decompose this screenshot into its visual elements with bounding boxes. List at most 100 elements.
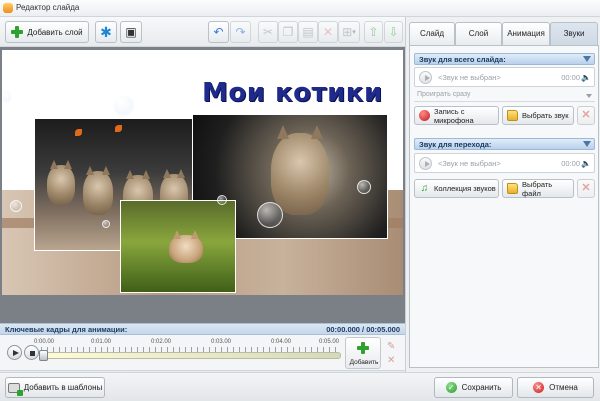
tab-sounds[interactable]: Звуки [550, 22, 598, 45]
speaker-icon[interactable]: 🔈 [581, 73, 591, 82]
effects-button[interactable]: ✱ [95, 21, 117, 43]
collapse-arrow-icon [583, 56, 591, 62]
slide-sound-name: <Звук не выбран> [438, 73, 501, 82]
transition-sound-header-text: Звук для перехода: [419, 140, 492, 149]
keyframes-label: Ключевые кадры для анимации: [5, 325, 128, 334]
add-to-templates-label: Добавить в шаблоны [23, 383, 103, 392]
monitor-icon: ▣ [125, 25, 137, 39]
slide-title-text[interactable]: Мои котики [202, 78, 383, 108]
sound-collection-button[interactable]: ♫ Коллекция звуков [414, 179, 499, 198]
kitten [169, 230, 203, 263]
cancel-button[interactable]: ✕ Отмена [517, 377, 594, 398]
delete-keyframe-icon[interactable]: ✕ [387, 354, 395, 368]
transition-sound-name: <Звук не выбран> [438, 159, 501, 168]
close-icon: ✕ [581, 109, 591, 121]
soap-bubble [257, 202, 283, 228]
soap-bubble [217, 195, 227, 205]
add-keyframe-label: Добавить [349, 359, 379, 366]
play-mode-select[interactable]: Проиграть сразу [414, 90, 595, 102]
record-mic-label: Запись с микрофона [434, 106, 474, 125]
scissors-icon: ✂ [262, 25, 274, 39]
slide-canvas[interactable]: Мои котики [2, 50, 403, 295]
layers-button[interactable]: ▣ [120, 21, 142, 43]
keyframes-header: Ключевые кадры для анимации: 00:00.000 /… [0, 323, 405, 335]
transition-sound-header[interactable]: Звук для перехода: [414, 138, 595, 150]
slide-sound-row: <Звук не выбран> 00:00 🔈 [414, 67, 595, 87]
play-button[interactable] [7, 345, 22, 360]
autumn-leaf [75, 129, 82, 136]
move-up-button[interactable]: ⇧ [364, 21, 383, 43]
delete-button[interactable]: ✕ [318, 21, 338, 43]
tab-animation[interactable]: Анимация [502, 22, 550, 45]
cancel-icon: ✕ [533, 382, 545, 393]
window-titlebar: Редактор слайда [0, 0, 600, 17]
arrow-down-icon: ⇩ [388, 25, 399, 39]
slide-sound-duration: 00:00 [561, 73, 580, 82]
add-to-templates-button[interactable]: Добавить в шаблоны [5, 377, 105, 398]
cancel-label: Отмена [549, 383, 578, 392]
tick-label: 0:02.00 [150, 339, 172, 345]
add-layer-label: Добавить слой [27, 27, 83, 37]
play-sound-button[interactable] [419, 71, 432, 84]
sounds-panel: Звук для всего слайда: <Звук не выбран> … [409, 45, 599, 368]
add-layer-button[interactable]: Добавить слой [5, 21, 89, 43]
close-icon: ✕ [581, 182, 591, 194]
paste-button[interactable]: ▤ [298, 21, 318, 43]
timeline: 0:00.00 0:01.00 0:02.00 0:03.00 0:04.00 … [0, 335, 405, 371]
tick-label: 0:01.00 [90, 339, 112, 345]
soap-bubble [102, 220, 110, 228]
chevron-down-icon: ▾ [352, 29, 356, 36]
folder-icon [507, 110, 518, 121]
record-icon [419, 110, 430, 121]
tab-slide[interactable]: Слайд [409, 22, 455, 45]
timeline-ruler[interactable]: 0:00.00 0:01.00 0:02.00 0:03.00 0:04.00 … [34, 339, 341, 366]
add-keyframe-button[interactable]: Добавить [345, 337, 381, 369]
keyframes-time: 00:00.000 / 00:05.000 [326, 325, 400, 334]
speaker-icon[interactable]: 🔈 [581, 159, 591, 168]
sound-collection-label: Коллекция звуков [434, 184, 496, 193]
slide-sound-header[interactable]: Звук для всего слайда: [414, 53, 595, 65]
align-button[interactable]: ⊞ ▾ [338, 21, 360, 43]
redo-button[interactable]: ↷ [230, 21, 251, 43]
undo-button[interactable]: ↶ [208, 21, 229, 43]
play-sound-button[interactable] [419, 157, 432, 170]
toolbar: Добавить слой ✱ ▣ ↶ ↷ ✂ ❐ ▤ ✕ ⊞ ▾ ⇧ ⇩ [0, 17, 405, 47]
kitten [83, 166, 113, 215]
playhead-handle[interactable] [39, 350, 48, 361]
choose-file-button[interactable]: Выбрать файл [502, 179, 574, 198]
cut-button[interactable]: ✂ [258, 21, 278, 43]
app-icon [3, 3, 13, 13]
soap-bubble [2, 90, 12, 104]
checkmark-icon: ✓ [445, 382, 457, 393]
record-mic-button[interactable]: Запись с микрофона [414, 106, 499, 125]
remove-transition-sound-button[interactable]: ✕ [577, 179, 595, 198]
remove-slide-sound-button[interactable]: ✕ [577, 106, 595, 125]
copy-button[interactable]: ❐ [278, 21, 298, 43]
align-icon: ⊞ [342, 25, 353, 39]
transition-sound-row: <Звук не выбран> 00:00 🔈 [414, 153, 595, 173]
tick-label: 0:03.00 [210, 339, 232, 345]
choose-sound-button[interactable]: Выбрать звук [502, 106, 574, 125]
save-button[interactable]: ✓ Сохранить [434, 377, 513, 398]
plus-icon [11, 26, 24, 38]
move-down-button[interactable]: ⇩ [384, 21, 403, 43]
timeline-track[interactable] [41, 352, 341, 359]
tick-label: 0:00.00 [33, 339, 55, 345]
stop-button[interactable] [24, 345, 39, 360]
arrow-up-icon: ⇧ [368, 25, 379, 39]
kitten-in-grass-photo-layer[interactable] [120, 200, 236, 293]
snowflake-icon: ✱ [100, 24, 112, 40]
tick-label: 0:05.00 [318, 339, 340, 345]
slide-workspace: Мои котики [0, 47, 405, 323]
chevron-down-icon [586, 94, 592, 98]
kitten [271, 125, 329, 215]
soap-bubble [113, 95, 135, 117]
panel-tabs: Слайд Слой Анимация Звуки [409, 22, 599, 45]
edit-icon[interactable]: ✎ [387, 340, 395, 354]
folder-icon [507, 183, 518, 194]
play-mode-value: Проиграть сразу [417, 91, 471, 98]
tab-layer[interactable]: Слой [455, 22, 502, 45]
window-title: Редактор слайда [16, 3, 80, 12]
choose-sound-label: Выбрать звук [522, 111, 569, 120]
delete-icon: ✕ [322, 25, 334, 39]
